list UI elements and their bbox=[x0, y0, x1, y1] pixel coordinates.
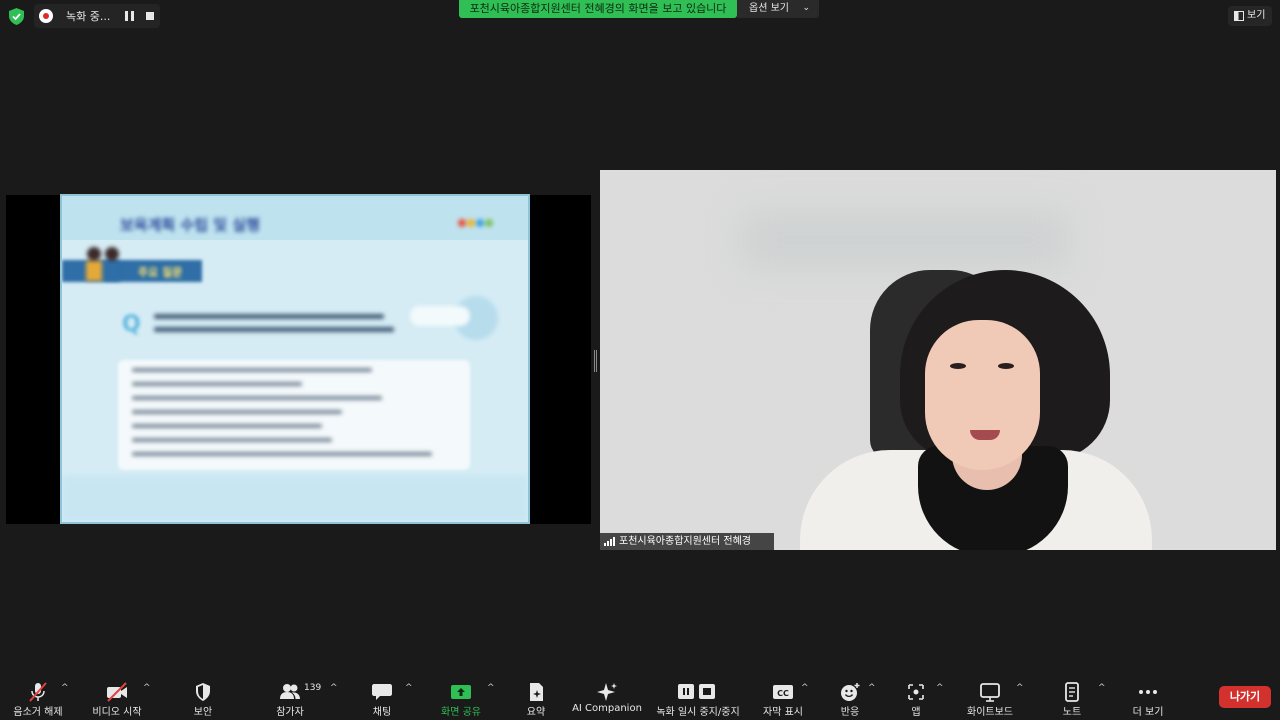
participant-name: 포천시육아종합지원센터 전혜경 bbox=[619, 536, 751, 547]
reactions-button[interactable]: 반응 bbox=[830, 680, 870, 720]
participant-name-tag: 포천시육아종합지원센터 전혜경 bbox=[600, 533, 774, 550]
view-button-label: 보기 bbox=[1247, 10, 1266, 21]
captions-label: 자막 표시 bbox=[763, 707, 803, 718]
apps-options-caret[interactable]: ^ bbox=[936, 683, 944, 693]
stop-recording-icon[interactable] bbox=[146, 12, 154, 20]
participant-video-tile[interactable] bbox=[600, 170, 1276, 550]
shield-icon bbox=[196, 683, 210, 701]
security-label: 보안 bbox=[193, 707, 213, 718]
recording-dot-icon bbox=[39, 9, 53, 23]
start-video-button[interactable]: 비디오 시작 bbox=[86, 680, 148, 720]
meeting-toolbar: 음소거 해제 ^ 비디오 시작 ^ 보안 참가자 139 ^ 채팅 ^ 화면 공… bbox=[0, 672, 1280, 720]
whiteboard-button[interactable]: 화이트보드 bbox=[960, 680, 1020, 720]
participants-count: 139 bbox=[304, 683, 322, 693]
ai-companion-label: AI Companion bbox=[572, 703, 642, 714]
whiteboard-icon bbox=[980, 683, 1000, 702]
pause-stop-recording-icon bbox=[678, 684, 715, 699]
security-shield-icon[interactable] bbox=[9, 8, 24, 25]
captions-button[interactable]: CC 자막 표시 bbox=[760, 680, 806, 720]
summary-button[interactable]: 요약 bbox=[516, 680, 556, 720]
notes-options-caret[interactable]: ^ bbox=[1098, 683, 1106, 693]
recording-indicator[interactable]: 녹화 중... bbox=[34, 4, 160, 28]
svg-text:CC: CC bbox=[777, 689, 789, 698]
chevron-down-icon: ⌄ bbox=[802, 3, 810, 13]
security-button[interactable]: 보안 bbox=[183, 680, 223, 720]
share-screen-icon bbox=[451, 685, 471, 699]
start-video-label: 비디오 시작 bbox=[92, 707, 142, 718]
apps-icon bbox=[908, 684, 924, 700]
microphone-muted-icon bbox=[29, 682, 47, 702]
more-button[interactable]: 더 보기 bbox=[1126, 680, 1170, 720]
pause-recording-icon[interactable] bbox=[125, 11, 135, 21]
chat-bubble-icon bbox=[372, 684, 392, 700]
ai-sparkle-icon bbox=[597, 683, 617, 701]
panel-splitter-handle[interactable] bbox=[594, 350, 597, 372]
reactions-options-caret[interactable]: ^ bbox=[868, 683, 876, 693]
recording-label: 녹화 중... bbox=[66, 10, 111, 23]
ai-companion-button[interactable]: AI Companion bbox=[570, 680, 644, 720]
apps-button[interactable]: 앱 bbox=[896, 680, 936, 720]
audio-options-caret[interactable]: ^ bbox=[61, 683, 69, 693]
unmute-button[interactable]: 음소거 해제 bbox=[8, 680, 68, 720]
unmute-label: 음소거 해제 bbox=[13, 707, 63, 718]
participants-options-caret[interactable]: ^ bbox=[330, 683, 338, 693]
view-options-dropdown[interactable]: 옵션 보기 ⌄ bbox=[737, 0, 819, 18]
whiteboard-options-caret[interactable]: ^ bbox=[1016, 683, 1024, 693]
connection-signal-icon bbox=[604, 537, 616, 546]
chat-label: 채팅 bbox=[372, 707, 392, 718]
more-label: 더 보기 bbox=[1132, 707, 1164, 718]
notes-button[interactable]: 노트 bbox=[1052, 680, 1092, 720]
video-camera-off-icon bbox=[107, 682, 127, 702]
reactions-label: 반응 bbox=[840, 707, 860, 718]
participants-label: 참가자 bbox=[276, 707, 304, 718]
shared-slide-blurred: 보육계획 수립 및 실행 주요 질문 Q bbox=[60, 194, 530, 524]
more-dots-icon bbox=[1139, 690, 1157, 694]
recording-controls-button[interactable]: 녹화 일시 중지/중지 bbox=[652, 680, 744, 720]
smiley-plus-icon bbox=[841, 683, 860, 701]
chat-options-caret[interactable]: ^ bbox=[405, 683, 413, 693]
notes-icon bbox=[1065, 682, 1079, 702]
closed-captions-icon: CC bbox=[773, 685, 793, 699]
summary-document-icon bbox=[530, 683, 543, 701]
recording-controls-label: 녹화 일시 중지/중지 bbox=[656, 707, 740, 718]
view-options-label: 옵션 보기 bbox=[749, 3, 789, 14]
participants-icon bbox=[280, 684, 300, 699]
view-layout-icon bbox=[1234, 11, 1244, 21]
captions-options-caret[interactable]: ^ bbox=[801, 683, 809, 693]
apps-label: 앱 bbox=[911, 707, 921, 718]
share-options-caret[interactable]: ^ bbox=[487, 683, 495, 693]
notes-label: 노트 bbox=[1062, 707, 1082, 718]
share-screen-button[interactable]: 화면 공유 bbox=[433, 680, 489, 720]
chat-button[interactable]: 채팅 bbox=[362, 680, 402, 720]
share-screen-label: 화면 공유 bbox=[441, 707, 481, 718]
video-options-caret[interactable]: ^ bbox=[143, 683, 151, 693]
summary-label: 요약 bbox=[526, 707, 546, 718]
screen-sharing-banner: 포천시육아종합지원센터 전혜경의 화면을 보고 있습니다 bbox=[459, 0, 737, 18]
leave-button[interactable]: 나가기 bbox=[1219, 686, 1271, 708]
whiteboard-label: 화이트보드 bbox=[967, 707, 1013, 718]
view-button[interactable]: 보기 bbox=[1228, 6, 1272, 26]
